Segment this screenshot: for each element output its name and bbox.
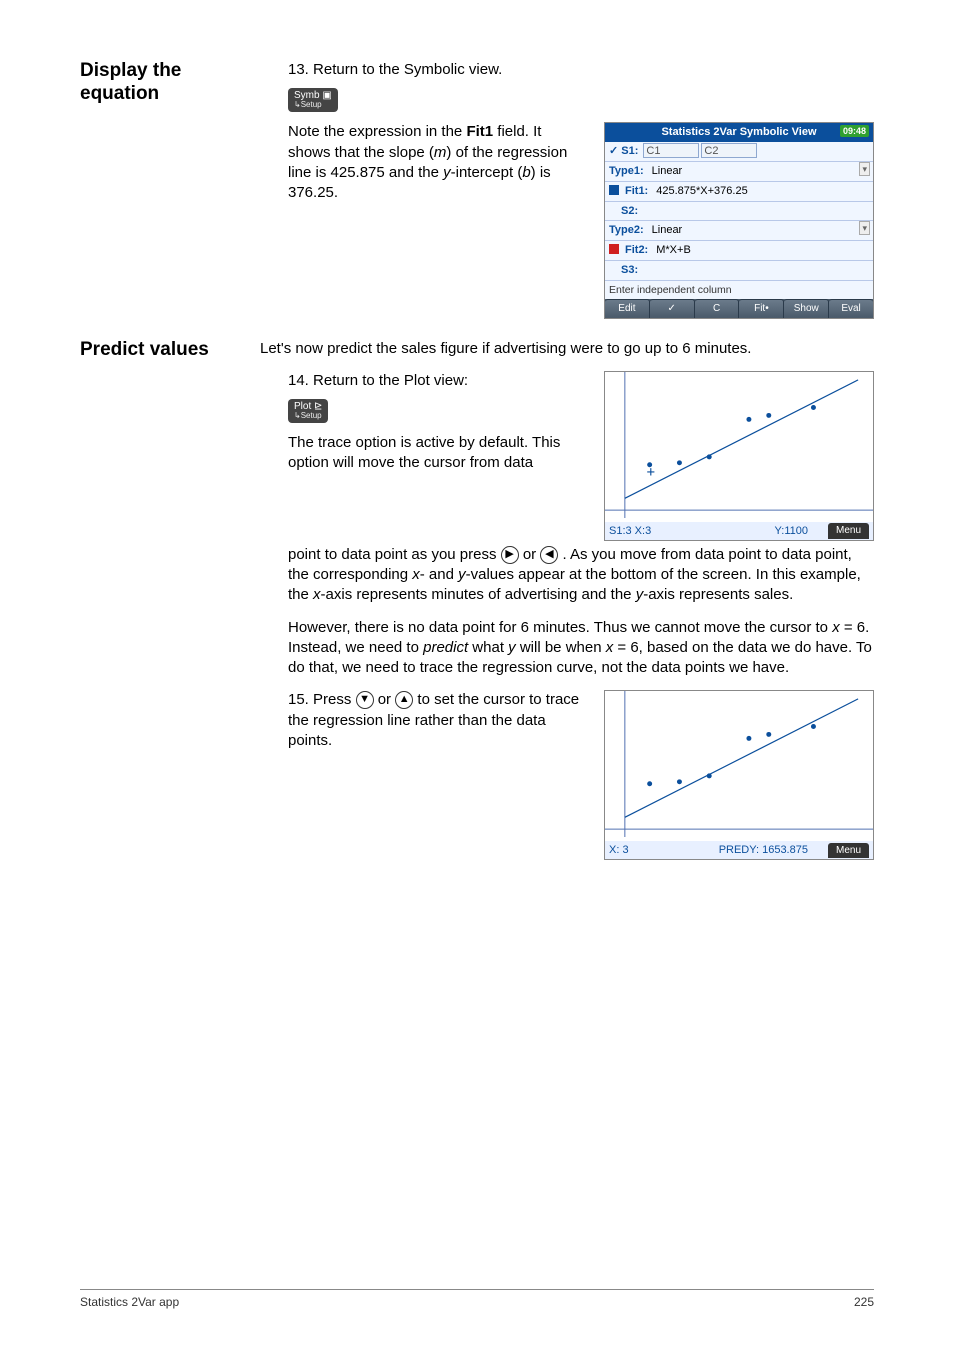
s3-label: S3: bbox=[605, 261, 642, 280]
plot2-status-left: X: 3 bbox=[609, 843, 629, 858]
type2-value: Linear bbox=[648, 221, 873, 240]
svg-text:+: + bbox=[647, 465, 655, 481]
page-footer: Statistics 2Var app 225 bbox=[80, 1289, 874, 1310]
tb-edit[interactable]: Edit bbox=[605, 299, 650, 318]
symb-key: Symb ▣ ↳Setup bbox=[288, 88, 338, 112]
plot-screenshot-1: + S1:3 X:3 Y:1100 Menu bbox=[604, 371, 874, 541]
fit2-value: M*X+B bbox=[652, 241, 873, 260]
tb-fit[interactable]: Fit• bbox=[739, 299, 784, 318]
symbolic-view-screenshot: Statistics 2Var Symbolic View 09:48 ✓ S1… bbox=[604, 122, 874, 318]
section-display-equation: Display the equation bbox=[80, 60, 250, 106]
plot1-status-left: S1:3 X:3 bbox=[609, 524, 651, 539]
plot2-status-mid: PREDY: 1653.875 bbox=[719, 843, 808, 858]
fit1-color-swatch bbox=[609, 185, 619, 195]
calc-hint: Enter independent column bbox=[605, 281, 873, 299]
footer-page-number: 225 bbox=[854, 1294, 874, 1310]
step-14: 14. Return to the Plot view: bbox=[288, 371, 586, 391]
tb-eval[interactable]: Eval bbox=[829, 299, 873, 318]
tb-show[interactable]: Show bbox=[784, 299, 829, 318]
s1-col1-input[interactable] bbox=[643, 143, 699, 158]
left-arrow-icon: ◀ bbox=[540, 546, 558, 564]
fit2-color-swatch bbox=[609, 244, 619, 254]
calc-title: Statistics 2Var Symbolic View 09:48 bbox=[605, 123, 873, 142]
up-arrow-icon: ▲ bbox=[395, 691, 413, 709]
symb-key-sub: ↳Setup bbox=[294, 101, 332, 109]
trace-default-text: The trace option is active by default. T… bbox=[288, 433, 586, 474]
tb-c[interactable]: C bbox=[695, 299, 740, 318]
plot-key-sub: ↳Setup bbox=[294, 412, 322, 420]
type1-label: Type1: bbox=[605, 162, 648, 181]
right-arrow-icon: ▶ bbox=[501, 546, 519, 564]
plot1-menu-button[interactable]: Menu bbox=[828, 523, 869, 539]
step-14-text: 14. Return to the Plot view: bbox=[288, 372, 468, 389]
section-predict-values: Predict values bbox=[80, 339, 250, 362]
s1-label: S1: bbox=[621, 145, 638, 157]
fit1-value: 425.875*X+376.25 bbox=[652, 182, 873, 201]
type1-dropdown-icon[interactable]: ▾ bbox=[859, 162, 870, 176]
trace-paragraph-2: However, there is no data point for 6 mi… bbox=[288, 618, 874, 679]
down-arrow-icon: ▼ bbox=[356, 691, 374, 709]
plot1-status-mid: Y:1100 bbox=[775, 524, 808, 539]
calc-clock: 09:48 bbox=[840, 125, 869, 137]
type2-dropdown-icon[interactable]: ▾ bbox=[859, 221, 870, 235]
s2-label: S2: bbox=[605, 202, 642, 221]
type2-label: Type2: bbox=[605, 221, 648, 240]
fit1-label: Fit1: bbox=[621, 182, 652, 201]
step-13-text: 13. Return to the Symbolic view. bbox=[288, 61, 502, 78]
trace-paragraph-1: point to data point as you press ▶ or ◀ … bbox=[288, 545, 874, 606]
type1-value: Linear bbox=[648, 162, 873, 181]
fit2-label: Fit2: bbox=[621, 241, 652, 260]
s1-col2-input[interactable] bbox=[701, 143, 757, 158]
plot-key: Plot ⊵ ↳Setup bbox=[288, 399, 328, 423]
predict-intro: Let's now predict the sales figure if ad… bbox=[260, 339, 874, 359]
plot-screenshot-2: X: 3 PREDY: 1653.875 Menu bbox=[604, 690, 874, 860]
calc-toolbar: Edit ✓ C Fit• Show Eval bbox=[605, 299, 873, 318]
step-15: 15. Press ▼ or ▲ to set the cursor to tr… bbox=[288, 690, 586, 751]
plot2-menu-button[interactable]: Menu bbox=[828, 843, 869, 859]
equation-paragraph: Note the expression in the Fit1 field. I… bbox=[288, 122, 586, 203]
tb-check[interactable]: ✓ bbox=[650, 299, 695, 318]
step-13: 13. Return to the Symbolic view. bbox=[288, 60, 874, 80]
footer-left: Statistics 2Var app bbox=[80, 1294, 179, 1310]
